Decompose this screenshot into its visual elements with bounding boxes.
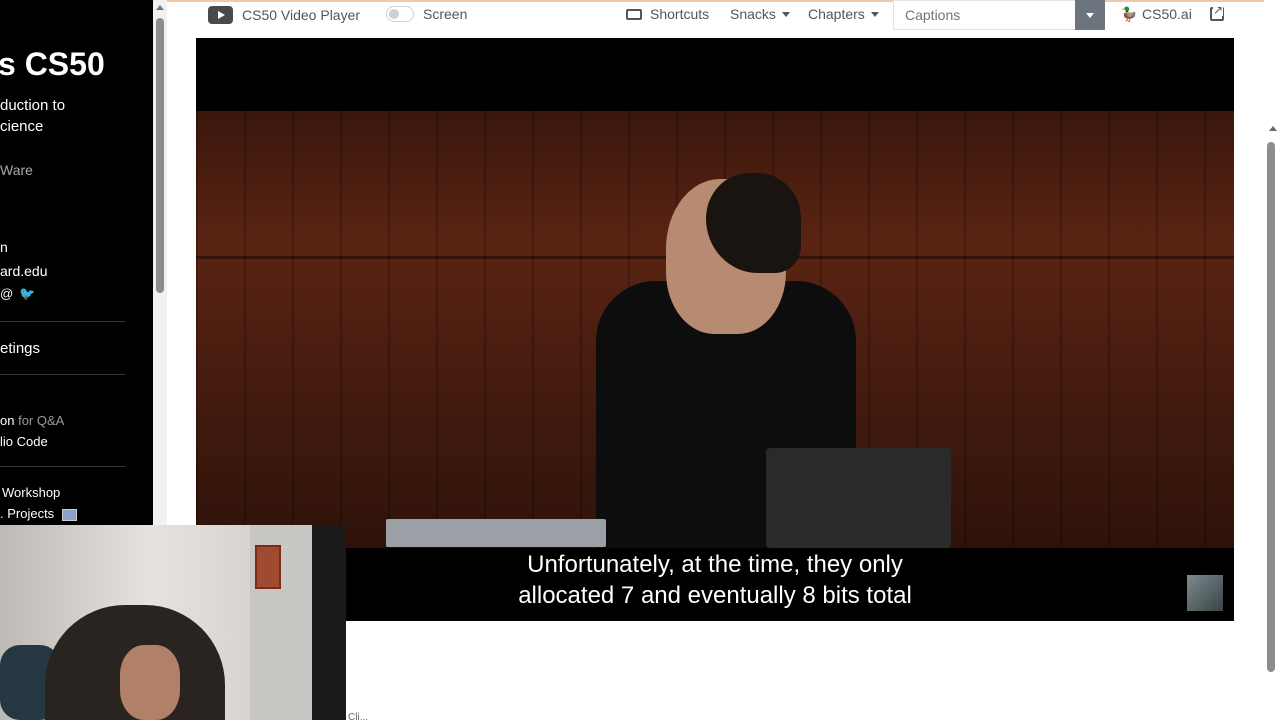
shortcuts-button[interactable]: Shortcuts [626,6,709,22]
email-link[interactable]: ard.edu [0,263,47,279]
sidebar-divider [0,466,125,467]
course-subtitle-line1: duction to [0,97,66,114]
sidebar-item-workshop[interactable]: Workshop [2,485,60,500]
chapters-label: Chapters [808,6,865,22]
page-scroll-thumb[interactable] [1267,142,1275,672]
webcam-face [120,645,180,720]
player-toolbar: CS50 Video Player Screen Shortcuts Snack… [196,0,1234,30]
subtitle-line2: allocated 7 and eventually 8 bits total [518,582,912,609]
video-subtitle: Unfortunately, at the time, they only al… [196,549,1234,611]
threads-icon[interactable]: @ [0,286,15,301]
open-external-button[interactable] [1210,4,1224,21]
sidebar-scrollbar[interactable] [153,0,167,525]
course-subtitle-line2: cience [0,118,44,135]
course-sidebar: s CS50 duction to cience Ware n ard.edu … [0,0,153,525]
cs50ai-label: CS50.ai [1142,6,1192,22]
contact-name-link[interactable]: n [0,239,8,255]
duck-icon: 🦆 [1120,6,1138,22]
chapters-dropdown[interactable]: Chapters [808,6,879,22]
laptop [766,448,951,548]
screen-toggle-label: Screen [423,6,468,22]
shortcuts-label: Shortcuts [650,6,710,22]
cs50ai-link[interactable]: 🦆 CS50.ai [1120,6,1192,22]
course-title: s CS50 [0,46,105,82]
wall-frame [255,545,281,589]
social-links: @ 🐦 [0,286,35,301]
video-frame [196,111,1234,548]
chevron-down-icon [781,11,790,17]
page-scrollbar[interactable] [1264,0,1280,720]
sidebar-item-qa[interactable]: on for Q&A [0,413,64,428]
sidebar-item-vscode[interactable]: lio Code [0,434,48,449]
youtube-icon [208,6,233,24]
captions-dropdown-button[interactable] [1075,0,1105,30]
sidebar-scroll-thumb[interactable] [156,18,164,293]
webcam-door [312,525,346,720]
external-link-icon [1210,4,1224,21]
instructor-name: Ware [0,162,33,178]
captions-placeholder: Captions [905,7,961,23]
screen-toggle-switch[interactable] [386,6,414,22]
sidebar-divider [0,321,125,322]
chevron-down-icon [870,11,879,17]
projects-badge-icon [62,508,78,521]
scroll-up-arrow-icon[interactable] [156,5,164,10]
subtitle-line1: Unfortunately, at the time, they only [527,551,903,578]
screen-toggle[interactable]: Screen [386,6,467,22]
scroll-up-arrow-icon[interactable] [1269,126,1277,131]
laptop [386,519,606,547]
twitter-icon[interactable]: 🐦 [19,286,35,301]
sidebar-item-meetings[interactable]: etings [0,340,40,357]
sidebar-item-projects[interactable]: . Projects [0,506,78,521]
course-subtitle: duction to cience [0,95,65,137]
sidebar-divider [0,374,125,375]
projects-label[interactable]: . Projects [0,506,54,521]
qa-suffix: for Q&A [14,413,65,428]
qa-link-text[interactable]: on [0,413,14,428]
captions-select[interactable]: Captions [893,0,1105,30]
video-player[interactable]: Unfortunately, at the time, they only al… [196,38,1234,621]
cat-avatar-icon[interactable] [1187,575,1223,611]
page-text-peek: Cli... [348,712,368,723]
snacks-label: Snacks [730,6,776,22]
snacks-dropdown[interactable]: Snacks [730,6,790,22]
webcam-overlay [0,525,346,720]
player-title[interactable]: CS50 Video Player [208,6,360,24]
player-title-label: CS50 Video Player [242,7,361,23]
keyboard-icon [626,8,642,20]
